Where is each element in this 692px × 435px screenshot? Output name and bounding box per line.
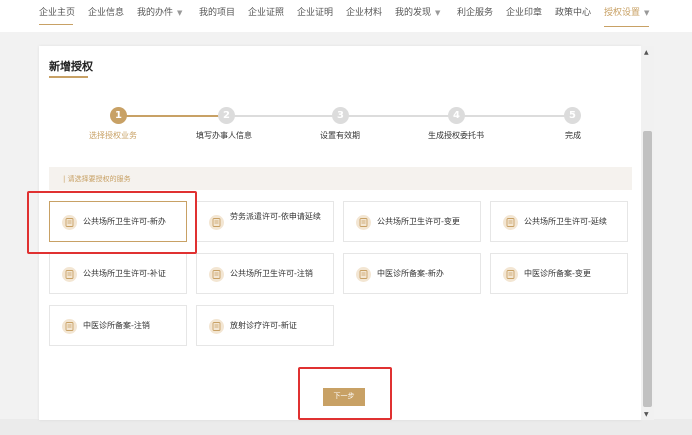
nav-item-authorization-label: 授权设置 (604, 8, 641, 18)
nav-item-my-cases[interactable]: 我的办件 ▼ (137, 7, 182, 27)
chevron-down-icon: ▼ (644, 9, 650, 17)
scroll-thumb[interactable] (643, 131, 652, 407)
service-tile[interactable]: 公共场所卫生许可-延续 (490, 201, 628, 242)
step-5-label: 完成 (565, 131, 581, 140)
document-icon (209, 319, 224, 334)
step-1-marker: 1 (110, 107, 127, 124)
document-icon (356, 215, 371, 230)
service-tile[interactable]: 劳务派遣许可-依申请延续 (196, 201, 334, 242)
service-label: 公共场所卫生许可-延续 (524, 217, 607, 226)
step-4-label: 生成授权委托书 (428, 131, 484, 140)
nav-item-discover-label: 我的发现 (395, 8, 432, 18)
section-hint: | 请选择要授权的服务 (63, 175, 131, 183)
step-4-marker: 4 (448, 107, 465, 124)
nav-item-authorization[interactable]: 授权设置 ▼ (604, 7, 650, 27)
scroll-up-icon[interactable]: ▲ (644, 49, 649, 56)
section-header: | 请选择要授权的服务 (49, 167, 632, 190)
nav-item-my-projects[interactable]: 我的项目 (199, 7, 235, 27)
step-connector-4 (457, 115, 573, 117)
document-icon (62, 319, 77, 334)
document-icon (209, 215, 224, 230)
step-3-marker: 3 (332, 107, 349, 124)
service-label: 劳务派遣许可-依申请延续 (230, 212, 321, 221)
service-tile[interactable]: 中医诊所备案-注销 (49, 305, 187, 346)
step-5-marker: 5 (564, 107, 581, 124)
document-icon (503, 215, 518, 230)
next-step-button[interactable]: 下一步 (323, 388, 365, 406)
nav-item-policy[interactable]: 政策中心 (555, 7, 591, 27)
service-tile[interactable]: 公共场所卫生许可-注销 (196, 253, 334, 294)
nav-item-discover[interactable]: 我的发现 ▼ (395, 7, 440, 27)
chevron-down-icon: ▼ (177, 9, 183, 17)
document-icon (356, 267, 371, 282)
step-connector-3 (341, 115, 457, 117)
service-label: 中医诊所备案-变更 (524, 269, 591, 278)
top-nav: 企业主页 企业信息 我的办件 ▼ 我的项目 企业证照 企业证明 企业材料 我的发现… (0, 0, 692, 32)
nav-item-my-cases-label: 我的办件 (137, 8, 174, 18)
document-icon (209, 267, 224, 282)
nav-item-company-info[interactable]: 企业信息 (88, 7, 124, 27)
step-connector-2 (227, 115, 341, 117)
card-title: 新增授权 (49, 60, 93, 73)
service-label: 公共场所卫生许可-注销 (230, 269, 313, 278)
highlight-box-selected-service (27, 191, 197, 254)
nav-home-underline (39, 24, 73, 25)
service-tile[interactable]: 中医诊所备案-新办 (343, 253, 481, 294)
document-icon (503, 267, 518, 282)
bottom-strip (0, 419, 692, 435)
step-1-label: 选择授权业务 (89, 131, 137, 140)
document-icon (62, 267, 77, 282)
vertical-scrollbar[interactable]: ▲ ▼ (641, 46, 654, 420)
service-label: 公共场所卫生许可-变更 (377, 217, 460, 226)
nav-item-licenses[interactable]: 企业证照 (248, 7, 284, 27)
service-tile[interactable]: 公共场所卫生许可-补证 (49, 253, 187, 294)
step-3-label: 设置有效期 (320, 131, 360, 140)
chevron-down-icon: ▼ (435, 9, 441, 17)
step-connector-1 (123, 115, 227, 117)
service-tile[interactable]: 放射诊疗许可-新证 (196, 305, 334, 346)
nav-item-services[interactable]: 利企服务 (457, 7, 493, 27)
service-label: 公共场所卫生许可-补证 (83, 269, 166, 278)
title-underline (49, 76, 88, 78)
step-2-marker: 2 (218, 107, 235, 124)
nav-item-seals[interactable]: 企业印章 (506, 7, 542, 27)
scroll-down-icon[interactable]: ▼ (644, 411, 649, 418)
nav-item-materials[interactable]: 企业材料 (346, 7, 382, 27)
service-label: 中医诊所备案-注销 (83, 321, 150, 330)
step-2-label: 填写办事人信息 (196, 131, 252, 140)
service-tile[interactable]: 公共场所卫生许可-变更 (343, 201, 481, 242)
service-label: 放射诊疗许可-新证 (230, 321, 297, 330)
service-tile[interactable]: 中医诊所备案-变更 (490, 253, 628, 294)
nav-item-certificates[interactable]: 企业证明 (297, 7, 333, 27)
service-label: 中医诊所备案-新办 (377, 269, 444, 278)
